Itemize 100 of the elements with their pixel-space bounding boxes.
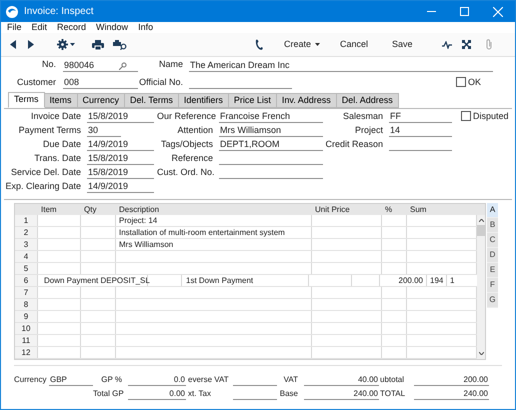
forward-icon[interactable]	[28, 40, 34, 49]
text-field[interactable]: DEPT1,ROOM	[219, 139, 323, 151]
field-label: Tags/Objects	[160, 138, 213, 151]
field-label: GP %	[100, 374, 122, 386]
field-label: Project	[354, 124, 383, 137]
row-number: 10	[15, 323, 38, 334]
field-label: Exp. Clearing Date	[4, 180, 81, 193]
row-number: 5	[15, 263, 38, 274]
caret-icon[interactable]	[70, 43, 75, 46]
tab[interactable]: Items	[44, 93, 78, 108]
text-field[interactable]: 200.00	[414, 374, 489, 386]
field-label: Service Del. Date	[10, 166, 81, 178]
side-tab[interactable]: B	[487, 218, 498, 233]
field-label: Payment Terms	[18, 124, 81, 137]
field-label: everse VAT	[188, 374, 230, 386]
print-preview-icon[interactable]	[113, 40, 127, 50]
tab[interactable]: Terms	[8, 92, 44, 108]
field-label: Attention	[176, 124, 213, 136]
side-tab[interactable]: F	[487, 278, 498, 293]
tab[interactable]: Inv. Address	[276, 93, 337, 108]
print-icon[interactable]	[92, 40, 104, 50]
row-number: 6	[15, 275, 38, 286]
toolbar-button[interactable]: Cancel	[340, 38, 392, 52]
field-label: ubtotal	[380, 374, 406, 386]
scroll-down-icon[interactable]	[478, 352, 484, 355]
field-label: Name	[158, 58, 183, 71]
field-label: Trans. Date	[33, 152, 81, 164]
field-label: Credit Reason	[324, 138, 383, 150]
field-label: VAT	[282, 374, 298, 386]
checkbox-label: OK	[468, 76, 482, 88]
search-icon[interactable]	[119, 62, 127, 70]
toolbar-button[interactable]: Save	[392, 38, 432, 52]
row-number: 7	[15, 287, 38, 298]
field-label: Invoice Date	[30, 110, 81, 122]
tab[interactable]: Identifiers	[178, 93, 229, 108]
activity-icon[interactable]	[442, 40, 452, 48]
scrollbar-thumb[interactable]	[477, 225, 485, 236]
field-label: TOTAL	[380, 388, 406, 400]
text-field[interactable]: 15/8/2019	[87, 167, 154, 179]
scrollbar[interactable]	[477, 215, 485, 359]
row-number: 12	[15, 347, 38, 358]
menu-item[interactable]: Edit	[32, 20, 48, 34]
checkbox[interactable]	[461, 111, 471, 122]
menu-item[interactable]: File	[7, 20, 22, 34]
side-tab[interactable]: A	[487, 203, 498, 218]
text-field[interactable]: 14	[389, 125, 452, 137]
row-number: 9	[15, 311, 38, 322]
menu-item[interactable]: Window	[96, 20, 128, 34]
field-label: Official No.	[138, 76, 183, 88]
tab[interactable]: Currency	[78, 93, 126, 108]
field-label: Our Reference	[157, 110, 213, 122]
column-header: Qty	[83, 204, 98, 215]
side-tab[interactable]: E	[487, 263, 498, 278]
field-label: Cust. Ord. No.	[157, 166, 213, 178]
table-cell: 200.00	[380, 275, 427, 286]
table-cell: Down Payment DEPOSIT_SL	[38, 275, 148, 286]
text-field[interactable]: 40.00	[304, 374, 379, 386]
paperclip-icon[interactable]	[485, 39, 493, 50]
row-number: 11	[15, 335, 38, 346]
phone-icon[interactable]	[255, 38, 263, 50]
text-field[interactable]: 0.00	[128, 388, 186, 400]
text-field[interactable]: 240.00	[304, 388, 379, 400]
text-field[interactable]: 0.0	[128, 374, 186, 386]
text-field[interactable]: Mrs Williamson	[219, 125, 323, 137]
text-field[interactable]: The American Dream Inc	[189, 60, 493, 72]
text-field[interactable]: Francoise French	[219, 111, 323, 123]
column-header: Unit Price	[314, 204, 351, 215]
tab[interactable]: Price List	[228, 93, 277, 108]
side-tab[interactable]: D	[487, 248, 498, 263]
text-field[interactable]: FF	[389, 111, 452, 123]
text-field[interactable]: GBP	[49, 374, 93, 386]
text-field[interactable]: 240.00	[414, 388, 489, 400]
checkbox-label: Disputed	[473, 110, 509, 123]
expand-icon[interactable]	[462, 40, 471, 49]
tab[interactable]: Del. Terms	[125, 93, 179, 108]
text-field[interactable]: 30	[87, 125, 121, 137]
row-number: 2	[15, 227, 38, 238]
side-tab[interactable]: C	[487, 233, 498, 248]
checkbox[interactable]	[456, 77, 466, 88]
settings-icon[interactable]	[57, 39, 68, 50]
text-field[interactable]: 980046	[63, 60, 138, 72]
field-label: No.	[40, 58, 56, 71]
tab[interactable]: Del. Address	[336, 93, 399, 108]
scroll-up-icon[interactable]	[478, 219, 484, 222]
back-icon[interactable]	[10, 40, 16, 49]
text-field[interactable]: 14/9/2019	[87, 181, 154, 193]
field-label: Due Date	[42, 138, 81, 150]
text-field[interactable]: 15/8/2019	[87, 111, 154, 123]
field-label: xt. Tax	[188, 388, 212, 400]
toolbar-button[interactable]: Create	[284, 38, 340, 52]
column-header: %	[384, 204, 394, 215]
text-field[interactable]: 14/9/2019	[87, 139, 154, 151]
app-logo-icon	[6, 6, 18, 18]
field-label: Customer	[16, 76, 56, 88]
text-field[interactable]: 008	[63, 77, 138, 89]
text-field[interactable]: 15/8/2019	[87, 153, 154, 165]
menu-item[interactable]: Record	[57, 20, 86, 34]
menu-item[interactable]: Info	[138, 20, 154, 34]
table-cell-text: 1	[449, 275, 456, 286]
side-tab[interactable]: G	[487, 293, 498, 308]
